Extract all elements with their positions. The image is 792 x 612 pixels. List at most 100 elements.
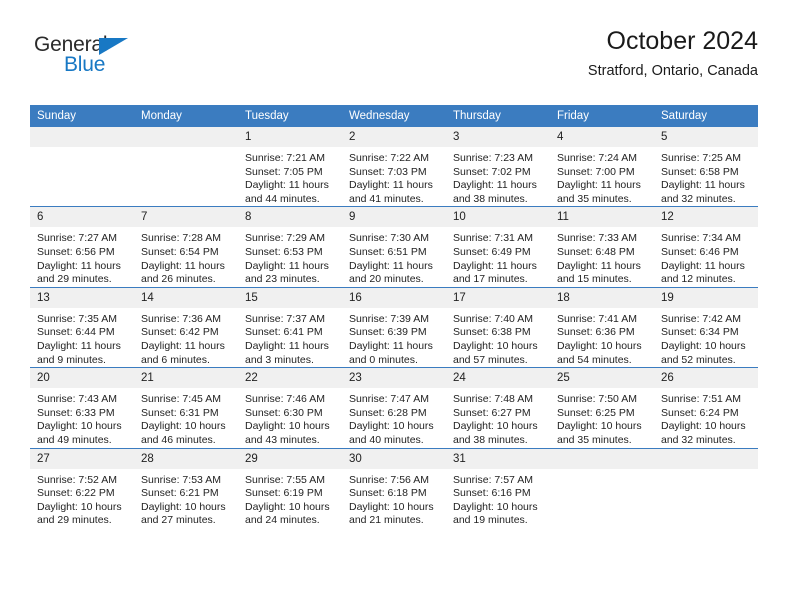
title-block: October 2024 Stratford, Ontario, Canada (588, 27, 758, 79)
sunset-time: Sunset: 6:49 PM (453, 245, 531, 258)
calendar-day-cell[interactable]: 17 Sunrise: 7:40 AM Sunset: 6:38 PM Dayligh… (446, 286, 550, 368)
day-number: 14 (134, 287, 238, 308)
calendar-day-cell[interactable]: 29 Sunrise: 7:55 AM Sunset: 6:19 PM Dayligh… (238, 447, 342, 528)
calendar-day-cell[interactable]: 19 Sunrise: 7:42 AM Sunset: 6:34 PM Dayligh… (654, 286, 758, 368)
daylight-duration-line2: and 38 minutes. (453, 192, 528, 205)
calendar-day-cell[interactable]: 9 Sunrise: 7:30 AM Sunset: 6:51 PM Daylight… (342, 206, 446, 288)
day-number: 8 (238, 207, 342, 228)
daylight-duration-line1: Daylight: 10 hours (557, 339, 642, 352)
day-details: Sunrise: 7:33 AM Sunset: 6:48 PM Daylight:… (550, 227, 654, 286)
calendar-day-cell[interactable]: 23 Sunrise: 7:47 AM Sunset: 6:28 PM Dayligh… (342, 367, 446, 448)
calendar-day-cell[interactable]: 1 Sunrise: 7:21 AM Sunset: 7:05 PM Daylight… (238, 127, 342, 207)
day-number: 30 (342, 448, 446, 469)
day-number (550, 448, 654, 469)
sunset-time: Sunset: 6:34 PM (661, 326, 739, 339)
daylight-duration-line2: and 0 minutes. (349, 353, 418, 366)
daylight-duration-line2: and 6 minutes. (141, 353, 210, 366)
daylight-duration-line1: Daylight: 10 hours (661, 339, 746, 352)
calendar-day-cell[interactable]: 18 Sunrise: 7:41 AM Sunset: 6:36 PM Dayligh… (550, 286, 654, 368)
daylight-duration-line1: Daylight: 10 hours (37, 500, 122, 513)
sunrise-time: Sunrise: 7:28 AM (141, 232, 221, 245)
general-blue-logo[interactable]: General Blue (34, 34, 214, 90)
calendar-day-cell[interactable]: 24 Sunrise: 7:48 AM Sunset: 6:27 PM Dayligh… (446, 367, 550, 448)
daylight-duration-line1: Daylight: 11 hours (245, 179, 329, 192)
calendar-day-cell[interactable]: 31 Sunrise: 7:57 AM Sunset: 6:16 PM Dayligh… (446, 447, 550, 528)
day-details: Sunrise: 7:42 AM Sunset: 6:34 PM Daylight:… (654, 308, 758, 367)
daylight-duration-line1: Daylight: 10 hours (245, 420, 330, 433)
daylight-duration-line1: Daylight: 10 hours (453, 500, 538, 513)
day-number: 1 (238, 127, 342, 147)
day-number: 4 (550, 127, 654, 147)
day-details: Sunrise: 7:53 AM Sunset: 6:21 PM Daylight:… (134, 469, 238, 528)
daylight-duration-line2: and 29 minutes. (37, 273, 112, 286)
day-details: Sunrise: 7:56 AM Sunset: 6:18 PM Daylight:… (342, 469, 446, 528)
sunset-time: Sunset: 6:18 PM (349, 487, 427, 500)
day-details (134, 147, 238, 152)
calendar-day-cell[interactable]: 11 Sunrise: 7:33 AM Sunset: 6:48 PM Dayligh… (550, 206, 654, 288)
sunrise-time: Sunrise: 7:48 AM (453, 393, 533, 406)
daylight-duration-line1: Daylight: 11 hours (557, 259, 641, 272)
calendar-day-cell[interactable]: 16 Sunrise: 7:39 AM Sunset: 6:39 PM Dayligh… (342, 286, 446, 368)
logo-text-general: General (34, 33, 108, 56)
sunrise-time: Sunrise: 7:24 AM (557, 152, 637, 164)
sunset-time: Sunset: 7:02 PM (453, 165, 531, 178)
weekday-header-tuesday: Tuesday (238, 105, 342, 127)
day-number: 23 (342, 368, 446, 389)
calendar-day-cell[interactable]: 25 Sunrise: 7:50 AM Sunset: 6:25 PM Dayligh… (550, 367, 654, 448)
calendar-day-cell[interactable]: 15 Sunrise: 7:37 AM Sunset: 6:41 PM Dayligh… (238, 286, 342, 368)
weekday-header-friday: Friday (550, 105, 654, 127)
calendar-day-cell[interactable]: 26 Sunrise: 7:51 AM Sunset: 6:24 PM Dayligh… (654, 367, 758, 448)
calendar-week-row: 1 Sunrise: 7:21 AM Sunset: 7:05 PM Daylight… (30, 127, 758, 207)
calendar-day-cell-empty (654, 447, 758, 528)
sunset-time: Sunset: 6:38 PM (453, 326, 531, 339)
calendar-day-cell[interactable]: 30 Sunrise: 7:56 AM Sunset: 6:18 PM Dayligh… (342, 447, 446, 528)
calendar-day-cell[interactable]: 21 Sunrise: 7:45 AM Sunset: 6:31 PM Dayligh… (134, 367, 238, 448)
calendar-day-cell[interactable]: 10 Sunrise: 7:31 AM Sunset: 6:49 PM Dayligh… (446, 206, 550, 288)
sunset-time: Sunset: 6:21 PM (141, 487, 219, 500)
day-number: 28 (134, 448, 238, 469)
daylight-duration-line1: Daylight: 11 hours (141, 259, 225, 272)
sunset-time: Sunset: 6:36 PM (557, 326, 635, 339)
calendar-day-cell[interactable]: 12 Sunrise: 7:34 AM Sunset: 6:46 PM Dayligh… (654, 206, 758, 288)
daylight-duration-line2: and 21 minutes. (349, 514, 424, 527)
day-number: 27 (30, 448, 134, 469)
calendar-day-cell[interactable]: 5 Sunrise: 7:25 AM Sunset: 6:58 PM Daylight… (654, 127, 758, 207)
calendar-day-cell[interactable]: 28 Sunrise: 7:53 AM Sunset: 6:21 PM Dayligh… (134, 447, 238, 528)
day-number: 18 (550, 287, 654, 308)
calendar-body: 1 Sunrise: 7:21 AM Sunset: 7:05 PM Daylight… (30, 127, 758, 528)
daylight-duration-line1: Daylight: 11 hours (661, 259, 745, 272)
calendar-day-cell[interactable]: 8 Sunrise: 7:29 AM Sunset: 6:53 PM Daylight… (238, 206, 342, 288)
day-details: Sunrise: 7:50 AM Sunset: 6:25 PM Daylight:… (550, 388, 654, 447)
calendar-day-cell[interactable]: 4 Sunrise: 7:24 AM Sunset: 7:00 PM Daylight… (550, 127, 654, 207)
daylight-duration-line1: Daylight: 10 hours (349, 500, 434, 513)
calendar-day-cell[interactable]: 13 Sunrise: 7:35 AM Sunset: 6:44 PM Dayligh… (30, 286, 134, 368)
sunrise-time: Sunrise: 7:21 AM (245, 152, 325, 164)
logo-text-blue: Blue (64, 53, 106, 76)
daylight-duration-line2: and 43 minutes. (245, 433, 320, 446)
day-number: 26 (654, 368, 758, 389)
calendar-day-cell[interactable]: 2 Sunrise: 7:22 AM Sunset: 7:03 PM Daylight… (342, 127, 446, 207)
calendar-header-row: Sunday Monday Tuesday Wednesday Thursday… (30, 105, 758, 127)
day-number (30, 127, 134, 147)
day-number (134, 127, 238, 147)
calendar-day-cell[interactable]: 3 Sunrise: 7:23 AM Sunset: 7:02 PM Daylight… (446, 127, 550, 207)
day-details: Sunrise: 7:30 AM Sunset: 6:51 PM Daylight:… (342, 227, 446, 286)
sunset-time: Sunset: 6:22 PM (37, 487, 115, 500)
day-details: Sunrise: 7:28 AM Sunset: 6:54 PM Daylight:… (134, 227, 238, 286)
weekday-header-wednesday: Wednesday (342, 105, 446, 127)
daylight-duration-line2: and 46 minutes. (141, 433, 216, 446)
day-number (654, 448, 758, 469)
calendar-day-cell[interactable]: 27 Sunrise: 7:52 AM Sunset: 6:22 PM Dayligh… (30, 447, 134, 528)
daylight-duration-line2: and 9 minutes. (37, 353, 106, 366)
daylight-duration-line1: Daylight: 10 hours (37, 420, 122, 433)
daylight-duration-line1: Daylight: 11 hours (245, 339, 329, 352)
day-details: Sunrise: 7:34 AM Sunset: 6:46 PM Daylight:… (654, 227, 758, 286)
calendar-day-cell[interactable]: 20 Sunrise: 7:43 AM Sunset: 6:33 PM Dayligh… (30, 367, 134, 448)
calendar-day-cell[interactable]: 22 Sunrise: 7:46 AM Sunset: 6:30 PM Dayligh… (238, 367, 342, 448)
daylight-duration-line2: and 49 minutes. (37, 433, 112, 446)
calendar-week-row: 20 Sunrise: 7:43 AM Sunset: 6:33 PM Dayligh… (30, 367, 758, 448)
day-number: 22 (238, 368, 342, 389)
calendar-day-cell[interactable]: 7 Sunrise: 7:28 AM Sunset: 6:54 PM Daylight… (134, 206, 238, 288)
calendar-day-cell[interactable]: 6 Sunrise: 7:27 AM Sunset: 6:56 PM Daylight… (30, 206, 134, 288)
calendar-day-cell[interactable]: 14 Sunrise: 7:36 AM Sunset: 6:42 PM Dayligh… (134, 286, 238, 368)
